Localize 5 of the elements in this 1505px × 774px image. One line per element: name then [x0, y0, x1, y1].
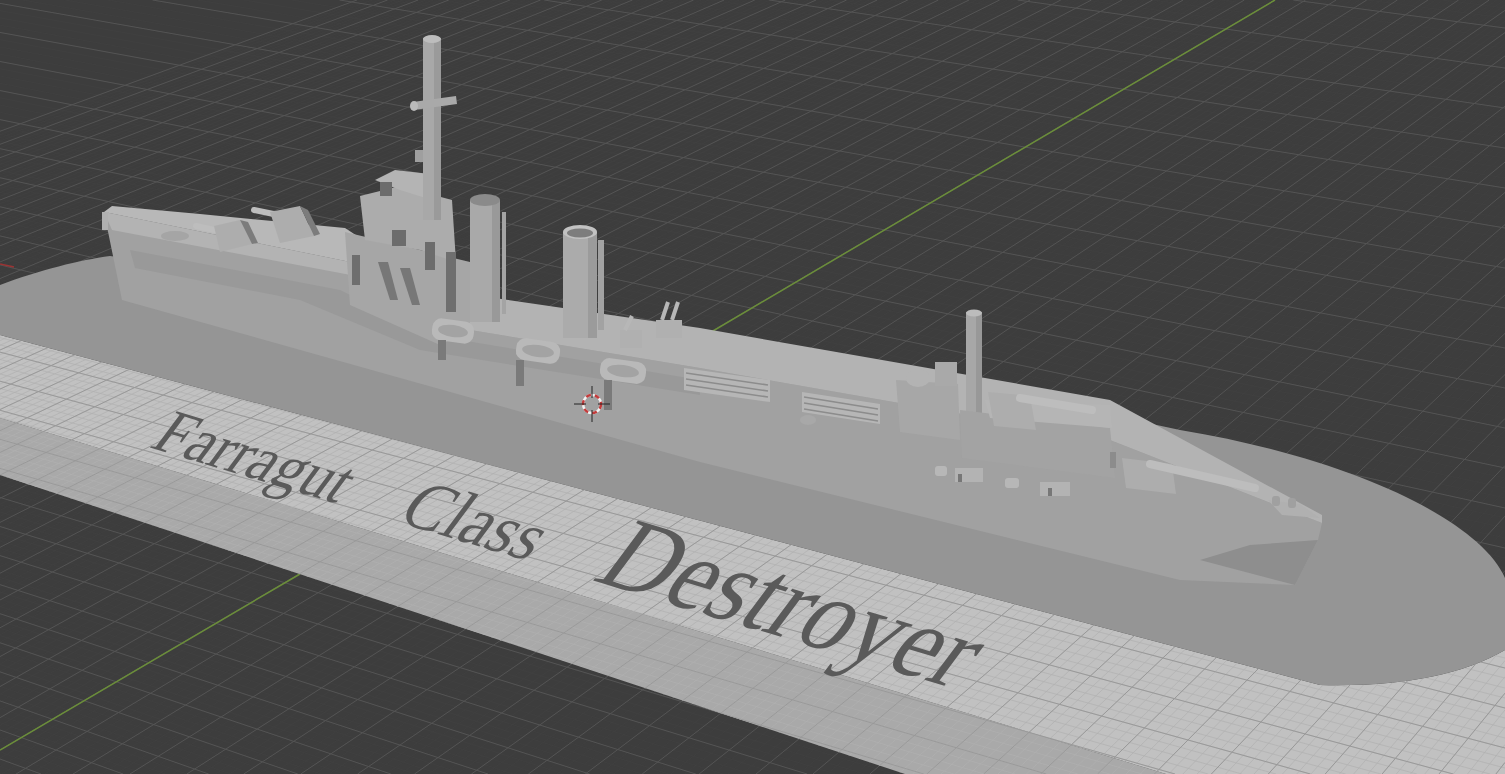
axis-line	[0, 263, 15, 268]
model-label-word: Farragut	[138, 397, 374, 516]
cursor-crosshair-icon	[573, 385, 611, 423]
model-label-word: Class	[385, 466, 569, 574]
model-label-word: Destroyer	[575, 498, 1014, 709]
